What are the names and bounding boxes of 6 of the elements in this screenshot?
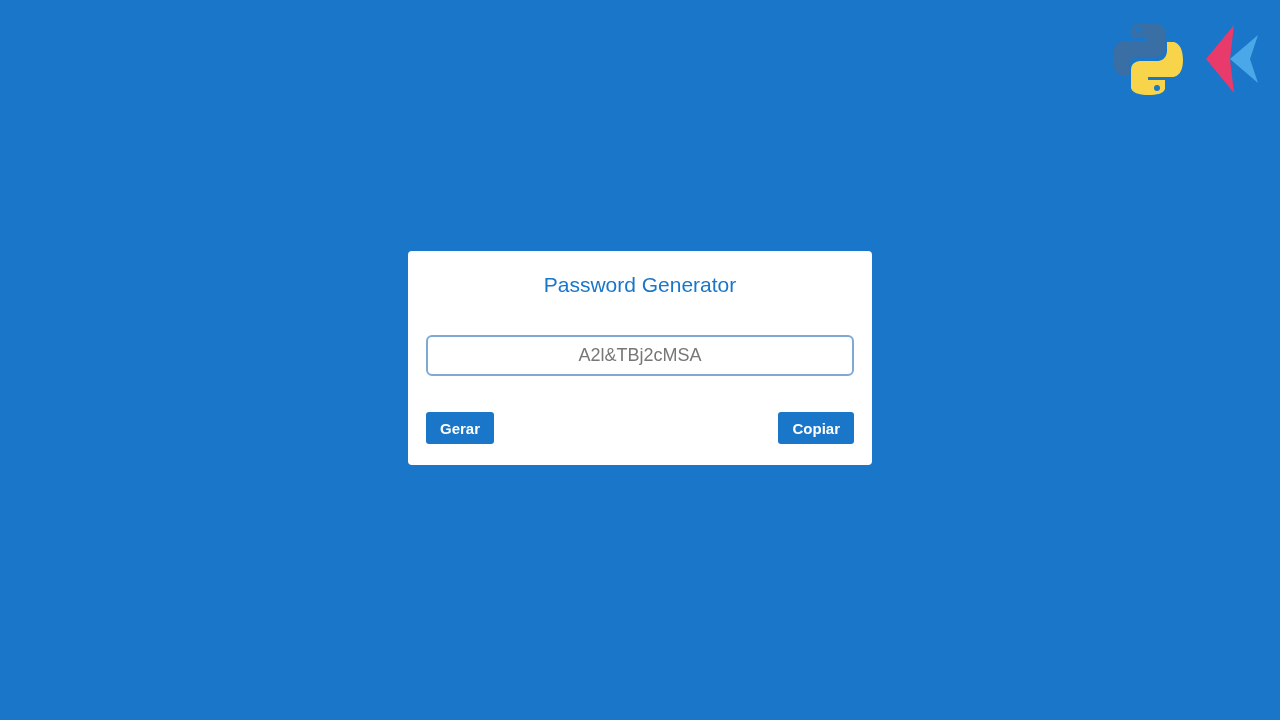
two-snakes-icon bbox=[1112, 22, 1184, 96]
action-button[interactable]: Copiar bbox=[778, 412, 854, 444]
card-title: Password Generator bbox=[543, 273, 737, 297]
fish-icon bbox=[1206, 25, 1260, 93]
action-button[interactable]: Gerar bbox=[426, 412, 495, 444]
password-field[interactable]: A2l&TBj2cMSA bbox=[426, 335, 854, 376]
